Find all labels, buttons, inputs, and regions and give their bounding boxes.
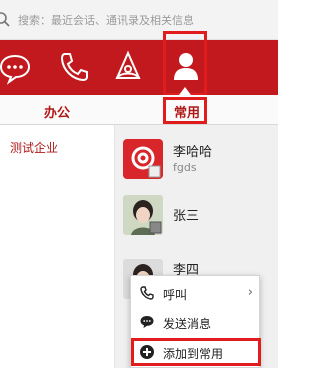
app-logo-avatar (123, 139, 163, 179)
contact-subtitle: fgds (173, 161, 197, 174)
search-bar[interactable]: 搜索：最近会话、通讯录及相关信息 (0, 0, 278, 40)
user-avatar (123, 195, 163, 235)
menu-item-label: 呼叫 (163, 288, 188, 302)
phone-icon[interactable] (54, 48, 92, 86)
phone-icon (140, 286, 154, 300)
tab-work[interactable]: 办公 (44, 102, 70, 121)
tab-frequent-highlight (163, 97, 207, 124)
menu-item-send-message[interactable]: 发送消息 (131, 309, 261, 335)
contact-name: 李哈哈 (173, 145, 213, 160)
contact-row[interactable]: 李哈哈 fgds (115, 137, 278, 187)
menu-item-call[interactable]: 呼叫 › (131, 280, 261, 306)
menu-item-add-to-frequent[interactable]: 添加到常用 (131, 338, 261, 366)
search-icon (0, 12, 10, 27)
add-circle-icon (140, 345, 154, 359)
context-menu: 呼叫 › 发送消息 添加到常用 (130, 275, 261, 368)
org-item[interactable]: 测试企业 (0, 130, 115, 166)
menu-item-label: 发送消息 (163, 317, 212, 331)
apps-icon[interactable] (109, 48, 147, 86)
search-input[interactable]: 搜索：最近会话、通讯录及相关信息 (18, 12, 194, 28)
selected-tab-pointer (179, 87, 191, 95)
chat-bubble-icon[interactable] (0, 48, 34, 86)
tab-bar: 办公 常用 (0, 95, 278, 125)
menu-item-label: 添加到常用 (163, 347, 224, 361)
contact-row[interactable]: 张三 (115, 191, 278, 239)
contact-name: 张三 (173, 209, 200, 224)
chevron-right-icon: › (247, 285, 253, 300)
main-toolbar: ··· (0, 40, 278, 115)
message-icon (140, 316, 154, 328)
